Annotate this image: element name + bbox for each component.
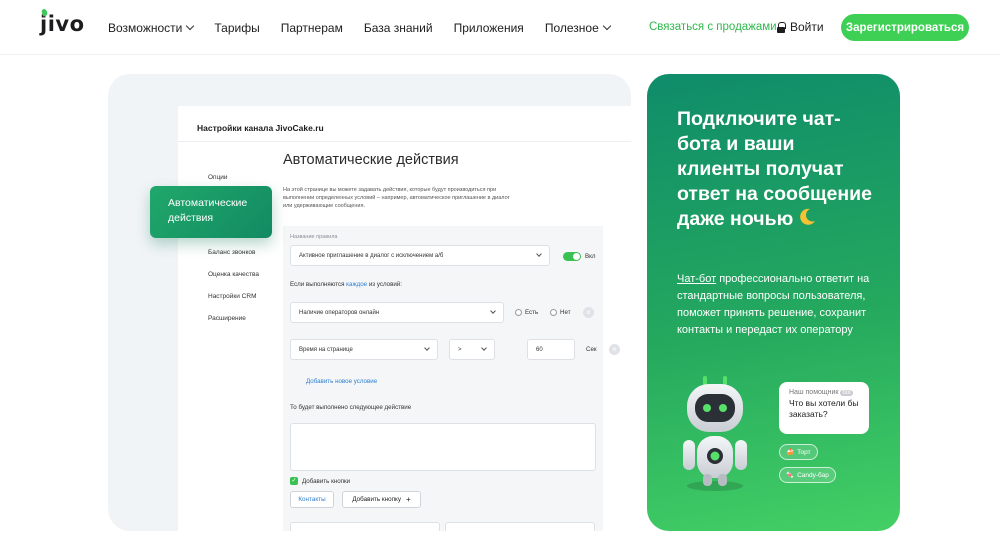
operator-value: > — [458, 346, 462, 353]
logo-text: JIVO — [40, 12, 85, 36]
rule-form: Название правила Активное приглашение в … — [283, 226, 620, 531]
chevron-down-icon — [536, 251, 542, 257]
remove-condition-icon[interactable]: × — [609, 344, 620, 355]
option-label: Candy-бар — [797, 471, 829, 479]
option-pill-candy-bar[interactable]: 🍬 Candy-бар — [779, 467, 836, 483]
active-section-chip: Автоматические действия — [150, 186, 272, 238]
plus-icon: + — [406, 495, 411, 504]
login-label: Войти — [790, 20, 824, 34]
candy-icon: 🍬 — [786, 472, 795, 479]
lock-icon — [777, 21, 786, 33]
sidebar-item-extension[interactable]: Расширение — [208, 315, 246, 322]
signup-button[interactable]: Зарегистрироваться — [841, 14, 969, 41]
promo-description: Чат-бот профессионально ответит на станд… — [677, 271, 882, 339]
jivo-logo[interactable]: JIVO — [40, 8, 85, 36]
chatbot-promo-card: Подключите чат-бота и ваши клиенты получ… — [647, 74, 900, 531]
settings-title: Настройки канала JivoCake.ru — [197, 123, 324, 133]
menu-label: Приложения — [453, 20, 524, 35]
bubble-question: Что вы хотели бы заказать? — [789, 398, 859, 419]
rule-name-label: Название правила — [290, 234, 338, 240]
add-buttons-label: Добавить кнопки — [302, 478, 351, 485]
settings-card: Настройки канала JivoCake.ru Опции Балан… — [178, 106, 631, 531]
menu-item-knowledge-base[interactable]: База знаний — [364, 21, 433, 35]
contacts-button[interactable]: Контакты — [290, 491, 334, 508]
radio-yes-label: Есть — [525, 309, 539, 316]
add-button-button[interactable]: Добавить кнопку + — [342, 491, 421, 508]
sidebar-item-quality[interactable]: Оценка качества — [208, 271, 259, 278]
chatbot-link[interactable]: Чат-бот — [677, 273, 716, 285]
radio-no[interactable] — [550, 309, 557, 316]
menu-item-features[interactable]: Возможности — [108, 20, 195, 35]
chevron-down-icon — [186, 21, 195, 30]
sidebar-item-call-balance[interactable]: Баланс звонков — [208, 249, 255, 256]
action-label: То будет выполнено следующее действие — [290, 404, 412, 411]
menu-label: База знаний — [363, 20, 433, 35]
page-description: На этой странице вы можете задавать дейс… — [283, 187, 510, 209]
bottom-select-right[interactable] — [445, 522, 595, 531]
divider — [178, 141, 631, 142]
bottom-select-left[interactable] — [290, 522, 440, 531]
add-buttons-checkbox[interactable]: ✓ — [290, 477, 298, 485]
bubble-sender: Наш помощник bot — [789, 389, 859, 396]
sidebar-item-crm[interactable]: Настройки CRM — [208, 293, 256, 300]
settings-preview-panel: Настройки канала JivoCake.ru Опции Балан… — [108, 74, 631, 531]
remove-condition-icon[interactable]: × — [583, 307, 594, 318]
page-heading: Автоматические действия — [283, 152, 459, 168]
menu-label: Полезное — [544, 20, 599, 35]
menu-item-pricing[interactable]: Тарифы — [214, 21, 259, 35]
condition-value: Наличие операторов онлайн — [299, 309, 380, 316]
seconds-input[interactable]: 60 — [527, 339, 575, 360]
conditions-text: Если выполняются каждое из условий: — [290, 281, 402, 288]
robot-illustration — [683, 376, 747, 491]
chevron-down-icon — [490, 308, 496, 314]
seconds-value: 60 — [536, 346, 543, 353]
option-label: Торт — [797, 448, 811, 456]
seconds-unit: Сек — [586, 346, 597, 353]
chat-bubble: Наш помощник bot Что вы хотели бы заказа… — [779, 382, 869, 434]
menu-label: Возможности — [108, 20, 183, 35]
condition-value: Время на странице — [299, 346, 353, 353]
main-menu: Возможности Тарифы Партнерам База знаний… — [108, 0, 611, 55]
option-pill-cake[interactable]: 🍰 Торт — [779, 444, 818, 460]
promo-heading: Подключите чат-бота и ваши клиенты получ… — [677, 107, 877, 234]
sender-name: Наш помощник — [789, 389, 839, 396]
conditions-prefix: Если выполняются — [290, 281, 345, 288]
top-navigation: JIVO Возможности Тарифы Партнерам База з… — [0, 0, 1000, 55]
condition-operators-online-select[interactable]: Наличие операторов онлайн — [290, 302, 504, 323]
chevron-down-icon — [481, 345, 487, 351]
menu-label: Тарифы — [214, 20, 260, 35]
login-link[interactable]: Войти — [777, 20, 824, 34]
menu-item-apps[interactable]: Приложения — [454, 21, 524, 35]
rule-name-value: Активное приглашение в диалог с исключен… — [299, 252, 444, 259]
radio-no-label: Нет — [560, 309, 571, 316]
crescent-moon-icon — [797, 207, 817, 234]
conditions-mode-link[interactable]: каждое — [346, 281, 367, 288]
menu-item-useful[interactable]: Полезное — [544, 20, 611, 35]
condition-time-select[interactable]: Время на странице — [290, 339, 438, 360]
menu-label: Партнерам — [280, 20, 343, 35]
operator-select[interactable]: > — [449, 339, 495, 360]
menu-item-partners[interactable]: Партнерам — [281, 21, 343, 35]
rule-enabled-toggle[interactable] — [563, 252, 581, 261]
bot-badge: bot — [840, 390, 853, 396]
radio-yes[interactable] — [515, 309, 522, 316]
action-textarea[interactable] — [290, 423, 596, 471]
conditions-suffix: из условий: — [368, 281, 402, 288]
chevron-down-icon — [602, 21, 611, 30]
sidebar-item-options[interactable]: Опции — [208, 174, 228, 181]
add-condition-link[interactable]: Добавить новое условие — [306, 378, 377, 385]
toggle-label: Вкл — [585, 253, 596, 260]
rule-name-select[interactable]: Активное приглашение в диалог с исключен… — [290, 245, 550, 266]
cake-icon: 🍰 — [786, 449, 795, 456]
promo-heading-text: Подключите чат-бота и ваши клиенты получ… — [677, 108, 872, 230]
contact-sales-link[interactable]: Связаться с продажами — [649, 21, 777, 33]
chevron-down-icon — [424, 345, 430, 351]
add-button-label: Добавить кнопку — [352, 496, 402, 503]
